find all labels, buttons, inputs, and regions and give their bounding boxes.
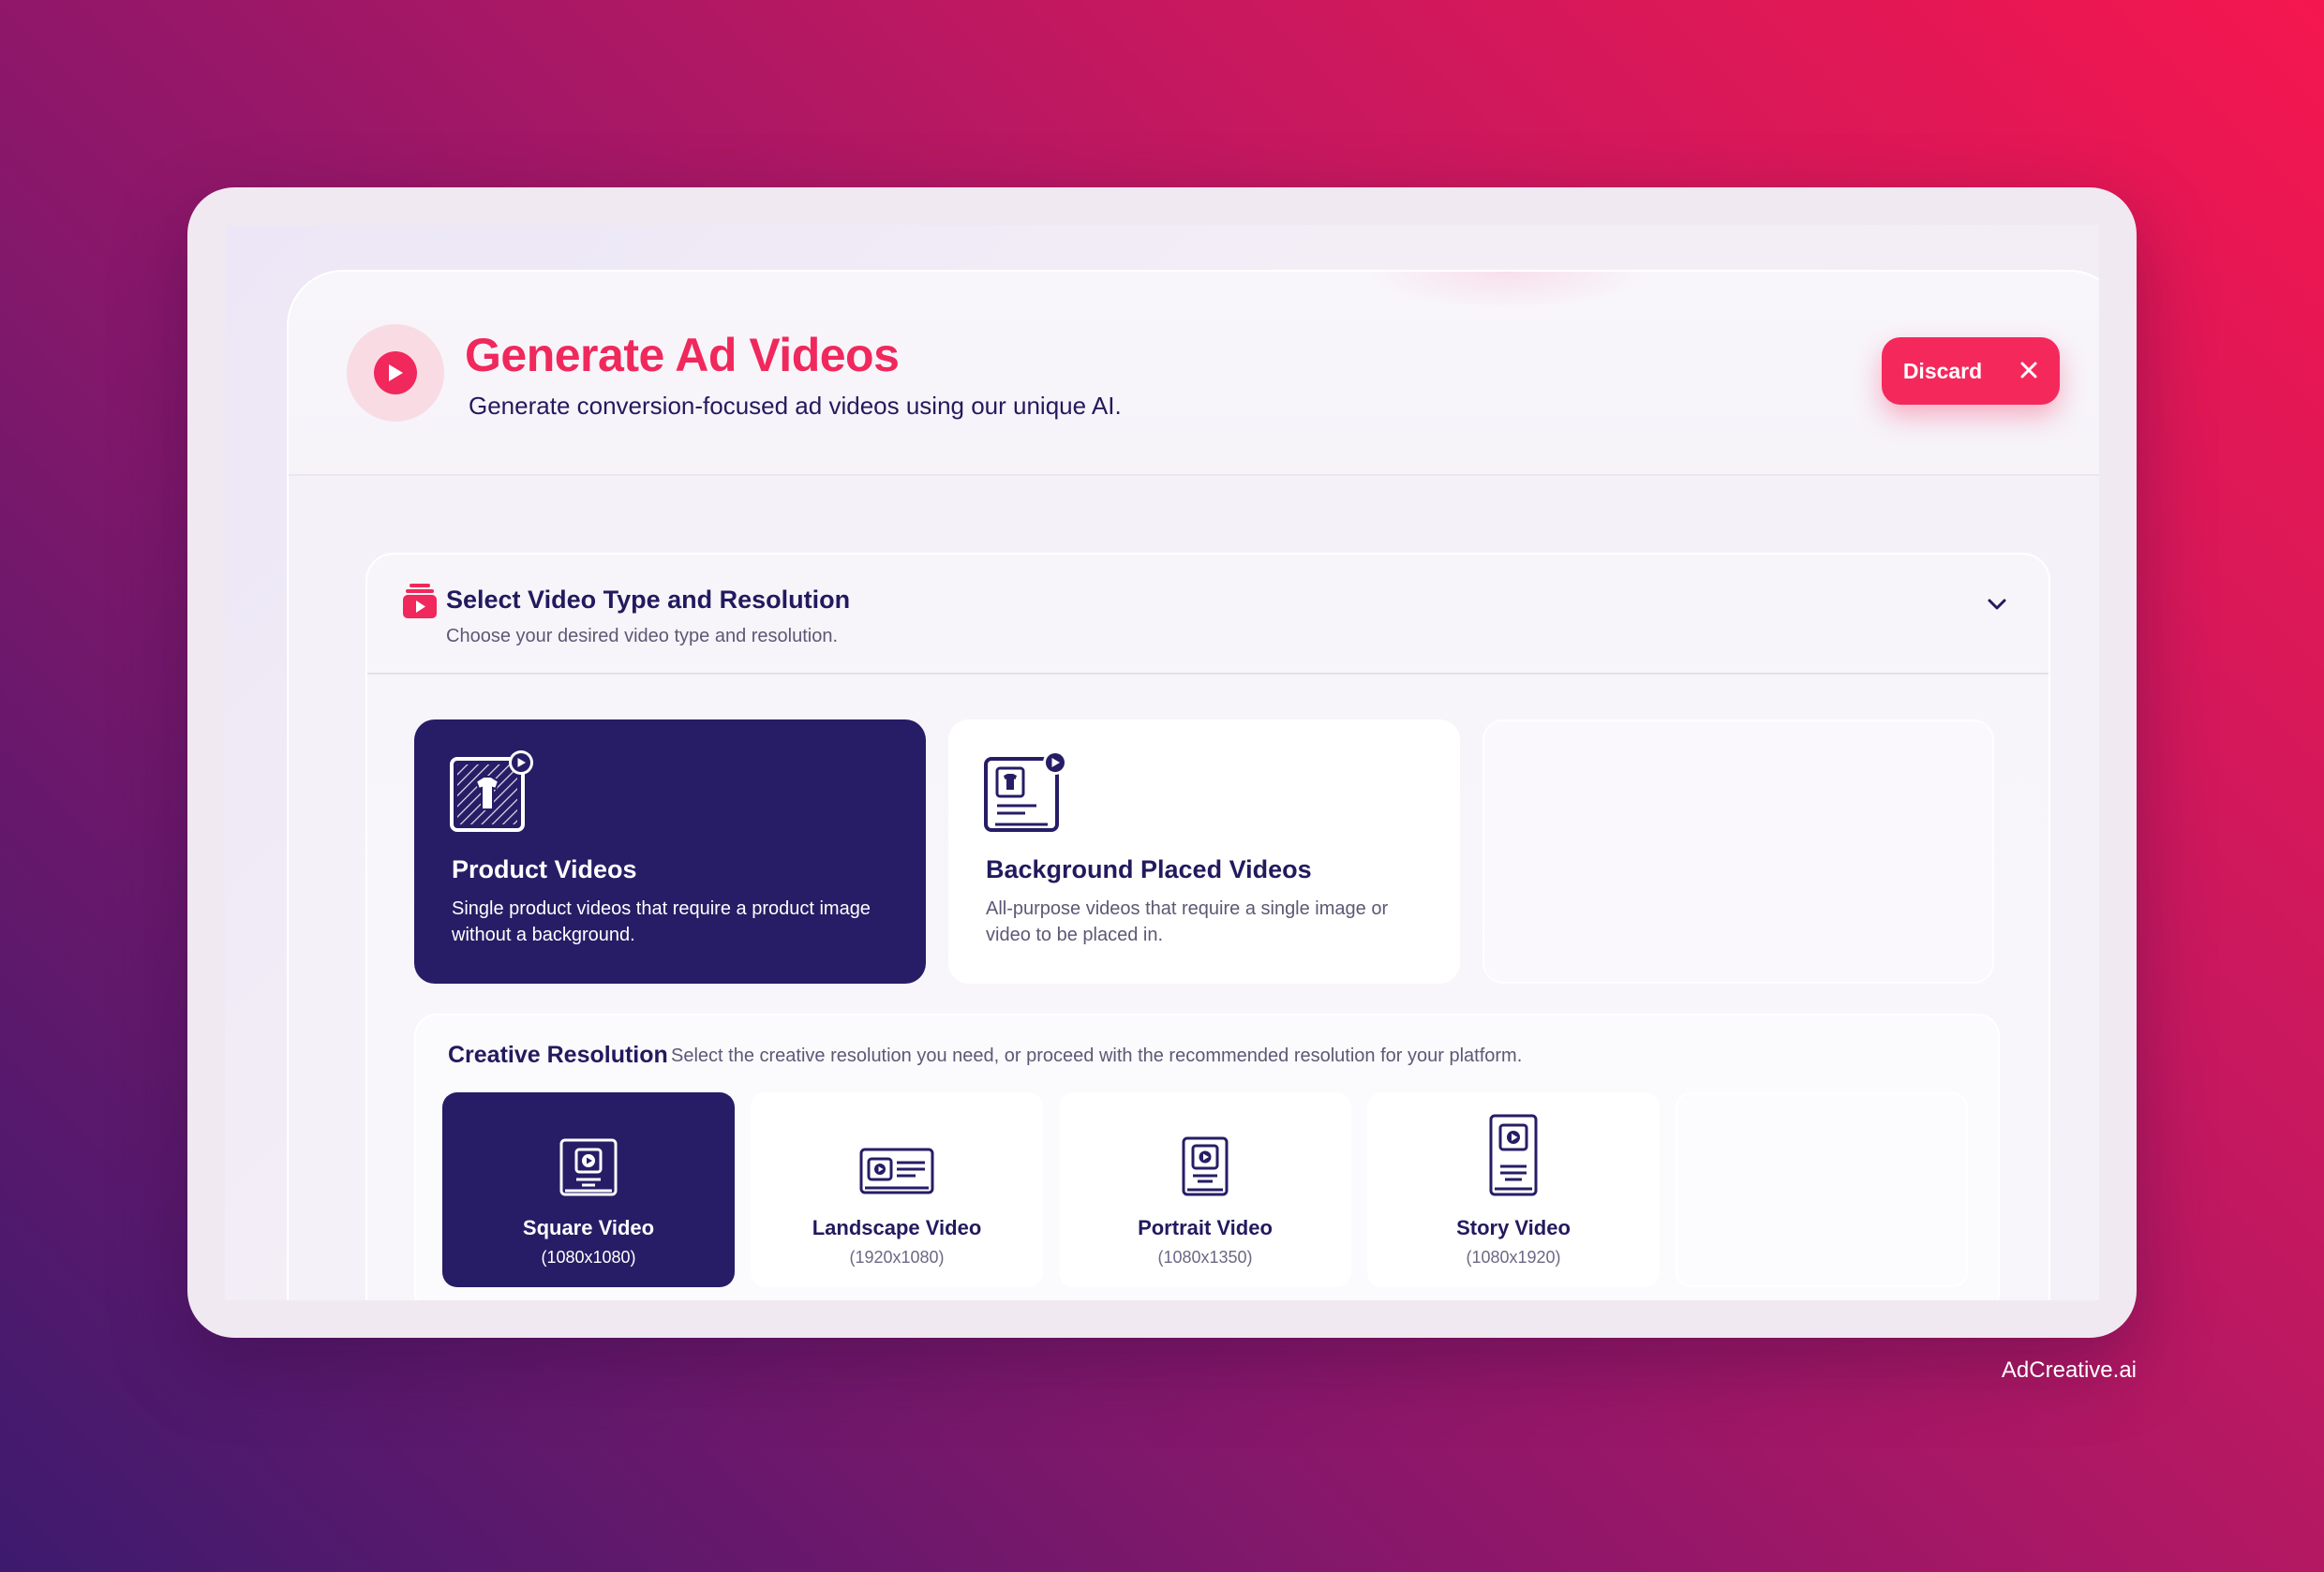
discard-label: Discard [1902, 358, 1983, 383]
resolution-title: Creative Resolution [448, 1042, 668, 1068]
resolution-dimensions: (1080x1920) [1466, 1248, 1561, 1267]
resolution-option-story[interactable]: Story Video (1080x1920) [1367, 1092, 1660, 1287]
resolution-option-landscape[interactable]: Landscape Video (1920x1080) [751, 1092, 1043, 1287]
creative-resolution-box: Creative Resolution Select the creative … [414, 1014, 2000, 1300]
video-type-description: Single product videos that require a pro… [452, 898, 871, 945]
resolution-dimensions: (1920x1080) [849, 1248, 945, 1267]
section-header[interactable]: Select Video Type and Resolution Choose … [367, 555, 2048, 675]
video-type-card-background[interactable]: Background Placed Videos All-purpose vid… [948, 719, 1460, 984]
play-circle-icon [374, 351, 417, 394]
landscape-video-icon [859, 1148, 934, 1203]
video-type-card-product[interactable]: Product Videos Single product videos tha… [414, 719, 926, 984]
header-icon-badge [347, 324, 444, 422]
chevron-down-icon[interactable] [1985, 592, 2009, 616]
resolution-option-placeholder [1676, 1092, 1968, 1287]
video-type-section: Select Video Type and Resolution Choose … [365, 553, 2050, 1300]
panel-header: Generate Ad Videos Generate conversion-f… [289, 272, 2099, 476]
resolution-name: Square Video [522, 1216, 655, 1239]
close-icon [2019, 357, 2038, 385]
resolution-dimensions: (1080x1080) [541, 1248, 636, 1267]
section-subtitle: Choose your desired video type and resol… [446, 626, 839, 646]
brand-watermark: AdCreative.ai [2001, 1357, 2137, 1383]
video-stack-icon [403, 583, 437, 618]
video-type-title: Product Videos [452, 855, 637, 883]
story-video-icon [1489, 1114, 1538, 1203]
discard-button[interactable]: Discard [1882, 337, 2060, 405]
video-type-card-placeholder [1482, 719, 1994, 984]
window-backdrop: Generate Ad Videos Generate conversion-f… [225, 225, 2099, 1300]
product-video-icon [450, 749, 534, 834]
page-title: Generate Ad Videos [465, 329, 900, 381]
resolution-name: Landscape Video [812, 1216, 982, 1239]
portrait-video-icon [1182, 1136, 1229, 1203]
video-type-description: All-purpose videos that require a single… [986, 898, 1389, 945]
app-window: Generate Ad Videos Generate conversion-f… [187, 187, 2137, 1338]
resolution-subtitle: Select the creative resolution you need,… [671, 1046, 1523, 1066]
section-title: Select Video Type and Resolution [446, 586, 851, 614]
header-glow [1366, 272, 1647, 309]
resolution-option-square[interactable]: Square Video (1080x1080) [442, 1092, 735, 1287]
generate-panel: Generate Ad Videos Generate conversion-f… [287, 270, 2099, 1300]
background-video-icon [984, 749, 1068, 834]
resolution-name: Portrait Video [1138, 1216, 1273, 1239]
square-video-icon [559, 1138, 618, 1203]
resolution-option-portrait[interactable]: Portrait Video (1080x1350) [1059, 1092, 1351, 1287]
page-subtitle: Generate conversion-focused ad videos us… [469, 392, 1122, 420]
resolution-dimensions: (1080x1350) [1157, 1248, 1253, 1267]
resolution-name: Story Video [1456, 1216, 1571, 1239]
video-type-title: Background Placed Videos [986, 855, 1312, 883]
